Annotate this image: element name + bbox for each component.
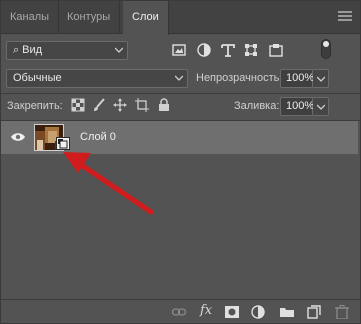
filter-toggle[interactable] — [321, 39, 331, 59]
filter-kind-value: Вид — [22, 44, 43, 56]
brush-icon[interactable] — [92, 98, 106, 112]
shape-filter-icon[interactable] — [244, 43, 258, 57]
layers-toolbar: fx — [1, 299, 360, 323]
chevron-down-icon — [115, 47, 123, 53]
adjustment-filter-icon[interactable] — [197, 43, 211, 57]
layers-panel: Каналы Контуры Слои ⌕ Вид Обычные Непрозр… — [0, 0, 361, 324]
folder-icon[interactable] — [280, 305, 294, 319]
move-icon[interactable] — [113, 98, 127, 112]
opacity-label: Непрозрачность: — [196, 72, 283, 84]
lock-icon[interactable] — [157, 98, 171, 112]
layer-name[interactable]: Слой 0 — [80, 131, 116, 143]
smart-object-filter-icon[interactable] — [269, 43, 283, 57]
artboard-icon[interactable] — [135, 98, 149, 112]
mask-icon[interactable] — [225, 305, 239, 319]
fill-input[interactable]: 100% — [280, 97, 314, 116]
filter-kind-select[interactable]: ⌕ Вид — [6, 41, 128, 60]
fill-dropdown-button[interactable] — [313, 97, 329, 116]
blend-mode-value: Обычные — [13, 72, 62, 84]
panel-menu-icon[interactable] — [338, 11, 352, 23]
tab-paths[interactable]: Контуры — [58, 1, 121, 34]
tab-layers[interactable]: Слои — [123, 1, 169, 35]
smart-object-badge-icon — [56, 137, 70, 150]
panel-tabs: Каналы Контуры Слои — [1, 1, 360, 35]
adjustment-icon[interactable] — [251, 305, 265, 319]
link-icon[interactable] — [171, 305, 187, 319]
lock-label: Закрепить: — [7, 100, 63, 112]
lock-transparency-icon[interactable] — [71, 98, 85, 112]
eye-icon[interactable] — [11, 132, 25, 142]
opacity-dropdown-button[interactable] — [313, 69, 329, 88]
fill-label: Заливка: — [234, 100, 280, 112]
layer-row[interactable]: Слой 0 — [1, 121, 358, 154]
divider — [1, 93, 360, 94]
image-filter-icon[interactable] — [172, 43, 186, 57]
chevron-down-icon — [175, 75, 183, 81]
trash-icon[interactable] — [335, 305, 349, 320]
tab-channels[interactable]: Каналы — [1, 1, 60, 34]
search-icon: ⌕ — [13, 44, 20, 56]
blend-mode-select[interactable]: Обычные — [6, 69, 188, 88]
opacity-input[interactable]: 100% — [280, 69, 314, 88]
fx-icon[interactable]: fx — [200, 303, 212, 318]
type-filter-icon[interactable] — [221, 43, 235, 57]
new-layer-icon[interactable] — [307, 305, 321, 319]
